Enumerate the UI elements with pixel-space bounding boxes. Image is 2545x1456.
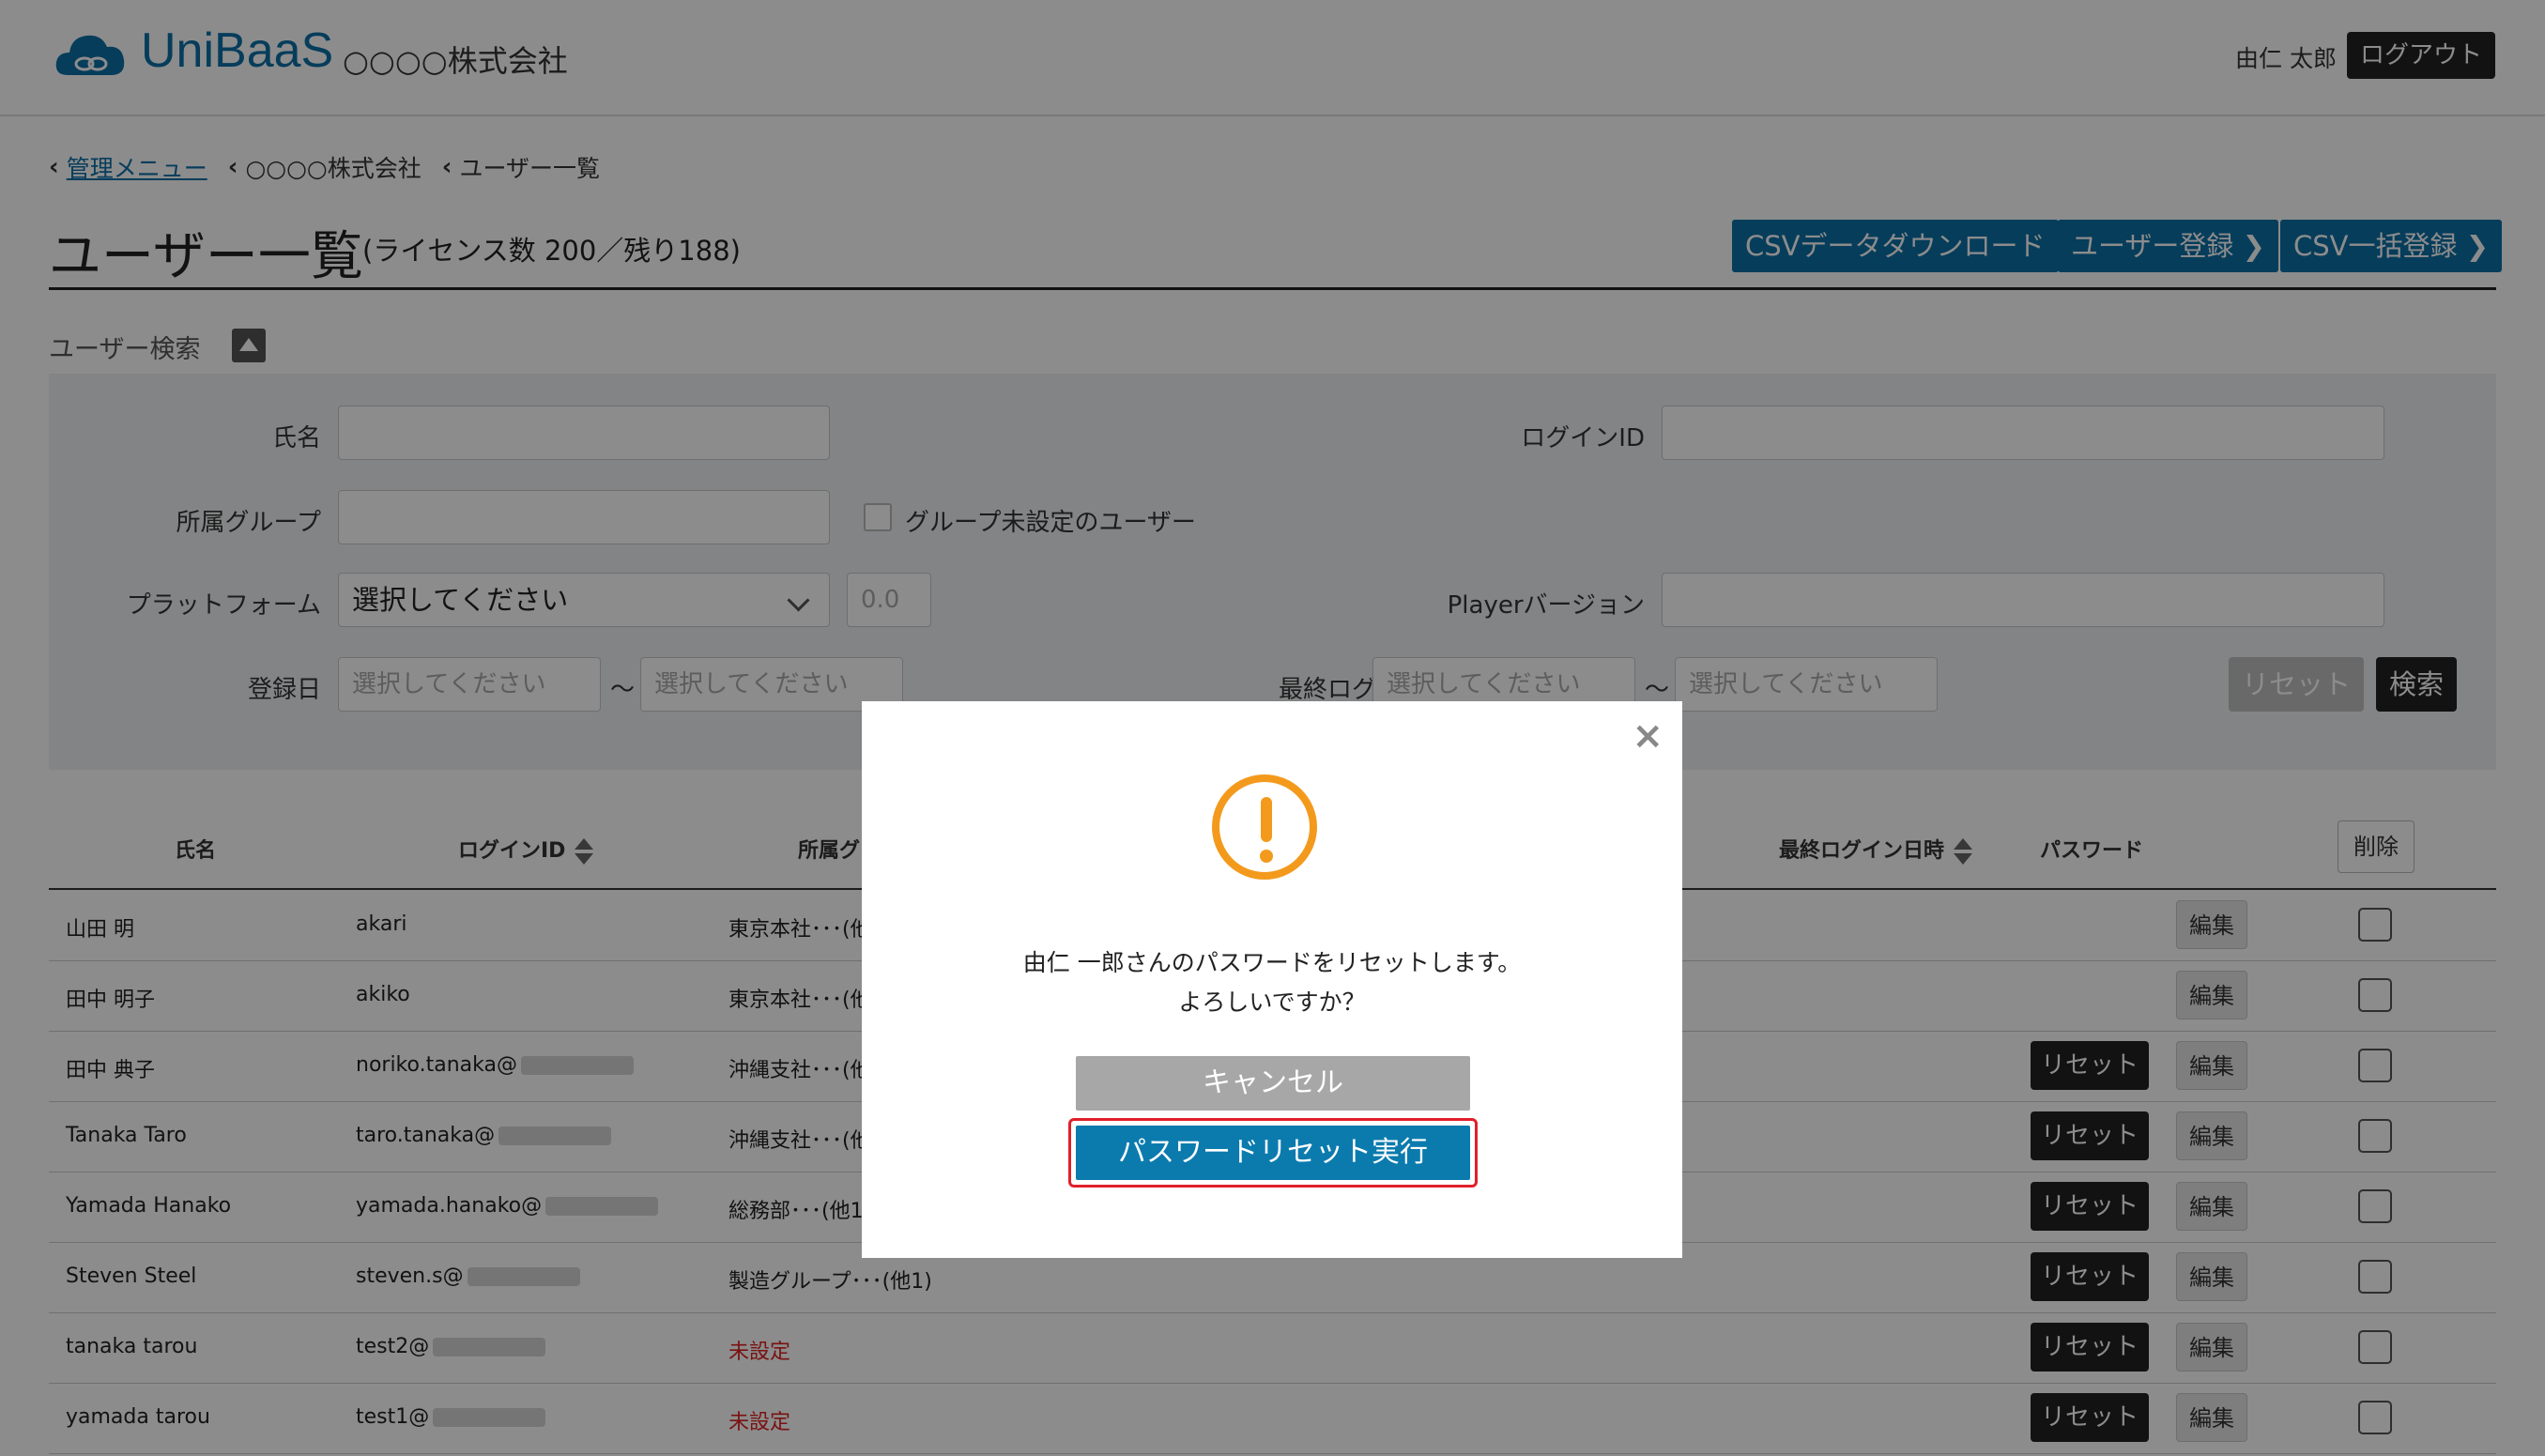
dialog-message-line2: よろしいですか？ bbox=[1178, 989, 1366, 1016]
cancel-button[interactable]: キャンセル bbox=[1076, 1056, 1470, 1111]
password-reset-execute-button[interactable]: パスワードリセット実行 bbox=[1076, 1126, 1470, 1180]
reset-confirm-dialog: × 由仁 一郎さんのパスワードをリセットします。 よろしいですか？ キャンセル … bbox=[862, 701, 1682, 1258]
warning-circle-icon bbox=[1212, 774, 1317, 880]
dialog-message-line1: 由仁 一郎さんのパスワードをリセットします。 bbox=[1022, 949, 1522, 976]
dialog-message: 由仁 一郎さんのパスワードをリセットします。 よろしいですか？ bbox=[862, 943, 1682, 1022]
page: UniBaaS ○○○○株式会社 由仁 太郎 ログアウト ‹ 管理メニュー ‹ ○○… bbox=[0, 0, 2545, 1456]
close-icon[interactable]: × bbox=[1632, 714, 1663, 758]
